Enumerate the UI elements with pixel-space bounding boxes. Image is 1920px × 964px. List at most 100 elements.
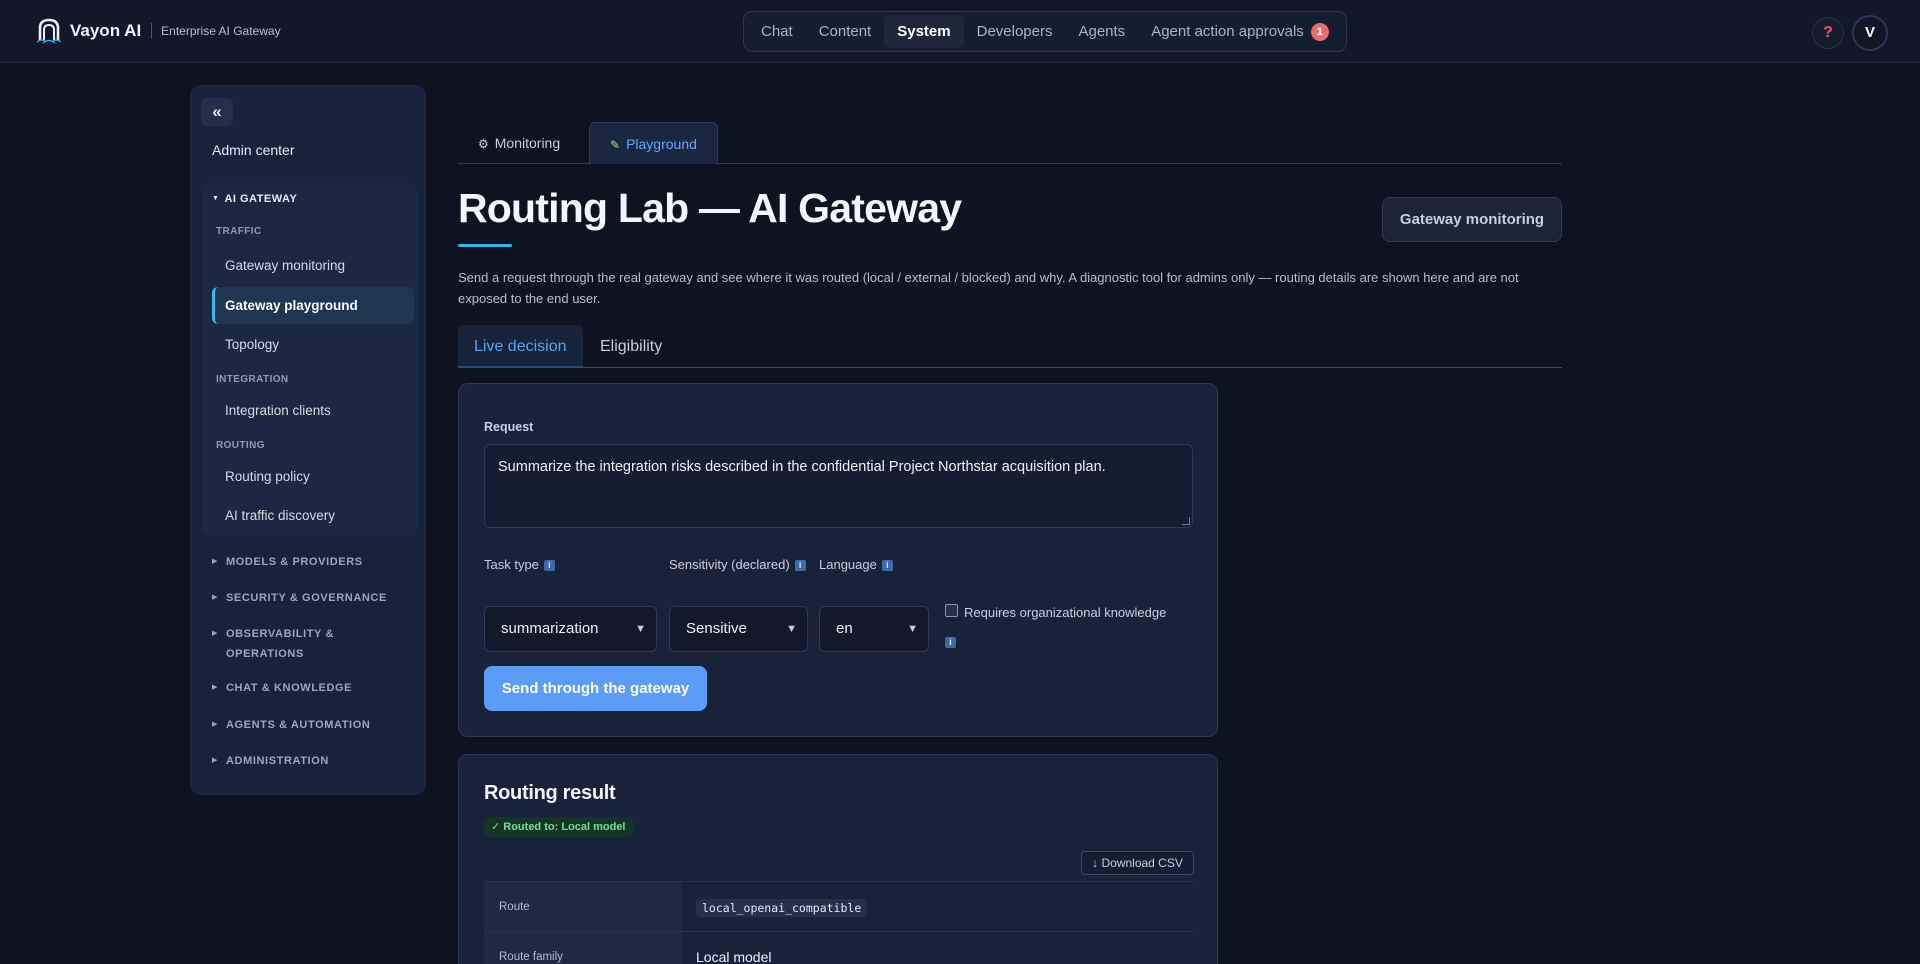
caret-right-icon: ▶ — [212, 757, 218, 764]
ai-gateway-group: ▼ AI GATEWAY TRAFFIC Gateway monitoring G… — [201, 183, 417, 536]
table-row: Route family Local model — [484, 931, 1194, 964]
chevron-down-icon: ▼ — [907, 623, 918, 635]
tab-monitoring-label: Monitoring — [494, 135, 561, 151]
page-title: Routing Lab — AI Gateway — [458, 185, 962, 231]
info-icon[interactable]: i — [794, 560, 806, 572]
route-code: local_openai_compatible — [696, 899, 868, 917]
request-textarea[interactable]: Summarize the integration risks describe… — [484, 444, 1193, 528]
sensitivity-value: Sensitive — [686, 620, 747, 637]
sidebar-item-ai-traffic-discovery[interactable]: AI traffic discovery — [212, 497, 414, 534]
ai-gateway-group-label: AI GATEWAY — [224, 193, 298, 205]
sidebar-item-routing-policy[interactable]: Routing policy — [212, 458, 414, 495]
nav-developers[interactable]: Developers — [964, 15, 1066, 48]
caret-right-icon: ▶ — [212, 558, 218, 565]
group-label: ADMINISTRATION — [225, 755, 329, 767]
nav-chat[interactable]: Chat — [748, 15, 806, 48]
nav-approvals-label: Agent action approvals — [1151, 23, 1304, 40]
decision-tabs: Live decision Eligibility — [458, 325, 1562, 368]
collapse-sidebar-button[interactable]: « — [201, 98, 233, 126]
group-label: SECURITY & GOVERNANCE — [225, 592, 387, 604]
language-label: Language i — [819, 557, 893, 572]
language-label-text: Language — [819, 557, 877, 572]
row-value-route-family: Local model — [696, 949, 772, 964]
help-button[interactable]: ? — [1812, 17, 1844, 49]
row-key-route: Route — [484, 882, 681, 932]
gateway-monitoring-button[interactable]: Gateway monitoring — [1382, 197, 1562, 242]
tab-eligibility[interactable]: Eligibility — [584, 325, 678, 368]
sensitivity-label-text: Sensitivity (declared) — [669, 557, 790, 572]
download-csv-button[interactable]: ↓ Download CSV — [1081, 851, 1194, 875]
sidebar-group-observability-operations[interactable]: ▶ OBSERVABILITY & OPERATIONS — [212, 625, 402, 663]
sidebar-group-chat-knowledge[interactable]: ▶ CHAT & KNOWLEDGE — [212, 679, 402, 699]
group-label: MODELS & PROVIDERS — [225, 556, 363, 568]
nav-developers-label: Developers — [976, 23, 1053, 40]
brand-divider — [151, 23, 153, 39]
task-type-select[interactable]: summarization ▼ — [484, 606, 657, 652]
caret-right-icon: ▶ — [212, 594, 218, 601]
task-type-label: Task type i — [484, 557, 555, 572]
sidebar-item-integration-clients[interactable]: Integration clients — [212, 392, 414, 429]
tab-monitoring[interactable]: ⚙ Monitoring — [458, 122, 580, 164]
org-knowledge-option: Requires organizational knowledge i — [945, 604, 1195, 649]
brand-subtitle: Enterprise AI Gateway — [161, 24, 281, 38]
group-label: AGENTS & AUTOMATION — [225, 719, 371, 731]
pencil-icon: ✎ — [610, 138, 621, 152]
sidebar-subheader-integration: INTEGRATION — [216, 374, 289, 385]
sidebar-item-gateway-monitoring[interactable]: Gateway monitoring — [212, 247, 414, 284]
org-knowledge-label: Requires organizational knowledge — [964, 605, 1167, 620]
sidebar-subheader-traffic: TRAFFIC — [216, 226, 262, 237]
caret-right-icon: ▶ — [212, 684, 218, 691]
group-label: CHAT & KNOWLEDGE — [225, 682, 353, 694]
page-tabs: ⚙ Monitoring ✎ Playground — [458, 122, 1562, 165]
caret-down-icon: ▼ — [212, 195, 220, 202]
org-knowledge-checkbox[interactable] — [945, 604, 958, 618]
sidebar-group-security-governance[interactable]: ▶ SECURITY & GOVERNANCE — [212, 589, 402, 609]
sidebar-group-agents-automation[interactable]: ▶ AGENTS & AUTOMATION — [212, 716, 402, 736]
chevron-down-icon: ▼ — [786, 623, 797, 635]
nav-agent-action-approvals[interactable]: Agent action approvals 1 — [1138, 15, 1342, 48]
sidebar-subheader-routing: ROUTING — [216, 440, 265, 451]
routing-result-title: Routing result — [484, 782, 616, 804]
ai-gateway-group-header[interactable]: ▼ AI GATEWAY — [212, 193, 297, 205]
language-select[interactable]: en ▼ — [819, 606, 929, 652]
tab-live-decision[interactable]: Live decision — [458, 325, 583, 368]
top-bar: Vayon AI Enterprise AI Gateway Chat Cont… — [0, 0, 1920, 63]
admin-center-title: Admin center — [212, 142, 295, 158]
routing-details-table: Route local_openai_compatible Route fami… — [484, 881, 1194, 964]
task-type-label-text: Task type — [484, 557, 539, 572]
sensitivity-label: Sensitivity (declared) i — [669, 557, 806, 572]
admin-sidebar: « Admin center ▼ AI GATEWAY TRAFFIC Gatew… — [190, 85, 426, 795]
nav-system[interactable]: System — [884, 15, 964, 48]
group-label: OBSERVABILITY & OPERATIONS — [225, 628, 335, 660]
send-through-gateway-button[interactable]: Send through the gateway — [484, 666, 707, 711]
sensitivity-select[interactable]: Sensitive ▼ — [669, 606, 808, 652]
tab-playground-label: Playground — [626, 136, 697, 152]
nav-content[interactable]: Content — [806, 15, 885, 48]
tab-playground[interactable]: ✎ Playground — [589, 122, 718, 165]
sidebar-group-administration[interactable]: ▶ ADMINISTRATION — [212, 752, 402, 772]
route-status-badge: ✓ Routed to: Local model — [484, 817, 633, 837]
request-text: Summarize the integration risks describe… — [498, 459, 1106, 475]
request-label: Request — [484, 420, 534, 434]
nav-content-label: Content — [818, 23, 872, 40]
chevron-down-icon: ▼ — [635, 623, 646, 635]
sidebar-item-gateway-playground[interactable]: Gateway playground — [212, 287, 414, 324]
nav-chat-label: Chat — [761, 23, 793, 40]
info-icon[interactable]: i — [543, 560, 555, 572]
row-value-route: local_openai_compatible — [696, 882, 868, 932]
caret-right-icon: ▶ — [212, 721, 218, 728]
gauge-icon: ⚙ — [478, 137, 489, 151]
request-card: Request Summarize the integration risks … — [458, 383, 1218, 737]
approvals-count-badge: 1 — [1310, 22, 1329, 41]
row-key-route-family: Route family — [484, 932, 681, 964]
info-icon[interactable]: i — [881, 560, 893, 572]
user-avatar[interactable]: V — [1852, 15, 1888, 51]
brand[interactable]: Vayon AI Enterprise AI Gateway — [34, 16, 281, 46]
info-icon[interactable]: i — [945, 637, 956, 649]
language-value: en — [836, 620, 853, 637]
sidebar-item-topology[interactable]: Topology — [212, 326, 414, 363]
nav-agents[interactable]: Agents — [1065, 15, 1138, 48]
resize-handle-icon[interactable] — [1182, 517, 1190, 525]
task-type-value: summarization — [501, 620, 599, 637]
sidebar-group-models-providers[interactable]: ▶ MODELS & PROVIDERS — [212, 553, 402, 573]
